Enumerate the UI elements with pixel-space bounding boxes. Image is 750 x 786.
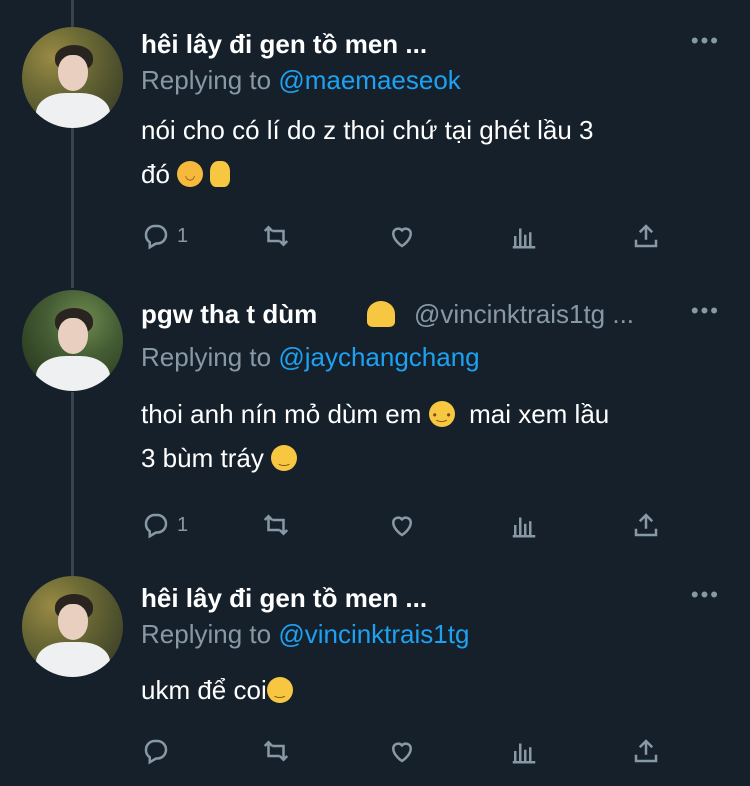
replying-to: Replying to @vincinktrais1tg [141,619,470,649]
display-name[interactable]: hêi lây đi gen tồ men ... [141,583,427,614]
tweet-text: nói cho có lí do z thoi chứ tại ghét lầu… [141,115,594,189]
analytics-button[interactable] [509,734,539,768]
retweet-button[interactable] [261,219,291,253]
share-button[interactable] [631,219,661,253]
share-icon [634,513,658,537]
tweet[interactable]: hêi lây đi gen tồ men ... ••• Replying t… [0,0,750,270]
reply-button[interactable]: 1 [141,508,188,542]
tweet-text: thoi anh nín mỏ dùm em •‿• mai xem lầu 3… [141,399,610,473]
analytics-button[interactable] [509,219,539,253]
replying-to: Replying to @maemaeseok [141,65,461,95]
retweet-icon [263,225,289,247]
replying-to: Replying to @jaychangchang [141,342,480,372]
more-options-icon[interactable]: ••• [691,584,720,606]
like-button[interactable] [387,219,417,253]
display-name[interactable]: pgw tha t dùm [141,299,317,330]
heart-icon [391,227,413,248]
analytics-button[interactable] [509,508,539,542]
share-icon [634,224,658,248]
smirking-cat-emoji: ◡ [177,161,204,187]
analytics-icon [512,743,536,764]
victory-hand-emoji [210,161,231,187]
smirking-face-emoji: ‿ [266,677,293,703]
tweet-text: ukm để coi ‿ [141,668,731,712]
more-options-icon[interactable]: ••• [691,300,720,322]
more-options-icon[interactable]: ••• [691,30,720,52]
reply-count: 1 [177,513,189,536]
heart-icon [391,516,413,537]
tweet-actions: 1 [141,508,701,542]
avatar[interactable] [22,290,123,391]
retweet-button[interactable] [261,508,291,542]
smirking-face-emoji: ‿ [271,445,298,471]
tweet[interactable]: hêi lây đi gen tồ men ... ••• Replying t… [0,558,750,786]
avatar[interactable] [22,27,123,128]
reply-icon [144,513,168,539]
retweet-button[interactable] [261,734,291,768]
retweet-icon [263,514,289,536]
mention-link[interactable]: @vincinktrais1tg [278,619,469,649]
folded-hands-emoji [367,301,395,327]
like-button[interactable] [387,734,417,768]
tweet-actions: 1 [141,219,701,253]
shushing-face-emoji: •‿• [428,401,455,427]
reply-button[interactable]: 1 [141,219,188,253]
analytics-icon [512,517,536,538]
reply-button[interactable] [141,734,171,768]
heart-icon [391,742,413,763]
avatar[interactable] [22,576,123,677]
reply-icon [144,739,168,765]
reply-icon [144,224,168,250]
mention-link[interactable]: @maemaeseok [278,65,460,95]
tweet-actions [141,734,701,768]
share-button[interactable] [631,508,661,542]
handle[interactable]: @vincinktrais1tg ... [414,299,634,330]
mention-link[interactable]: @jaychangchang [278,342,479,372]
display-name[interactable]: hêi lây đi gen tồ men ... [141,29,427,60]
tweet[interactable]: pgw tha t dùm @vincinktrais1tg ... ••• R… [0,270,750,558]
retweet-icon [263,740,289,762]
like-button[interactable] [387,508,417,542]
reply-count: 1 [177,224,189,247]
share-icon [634,739,658,763]
share-button[interactable] [631,734,661,768]
analytics-icon [512,228,536,249]
